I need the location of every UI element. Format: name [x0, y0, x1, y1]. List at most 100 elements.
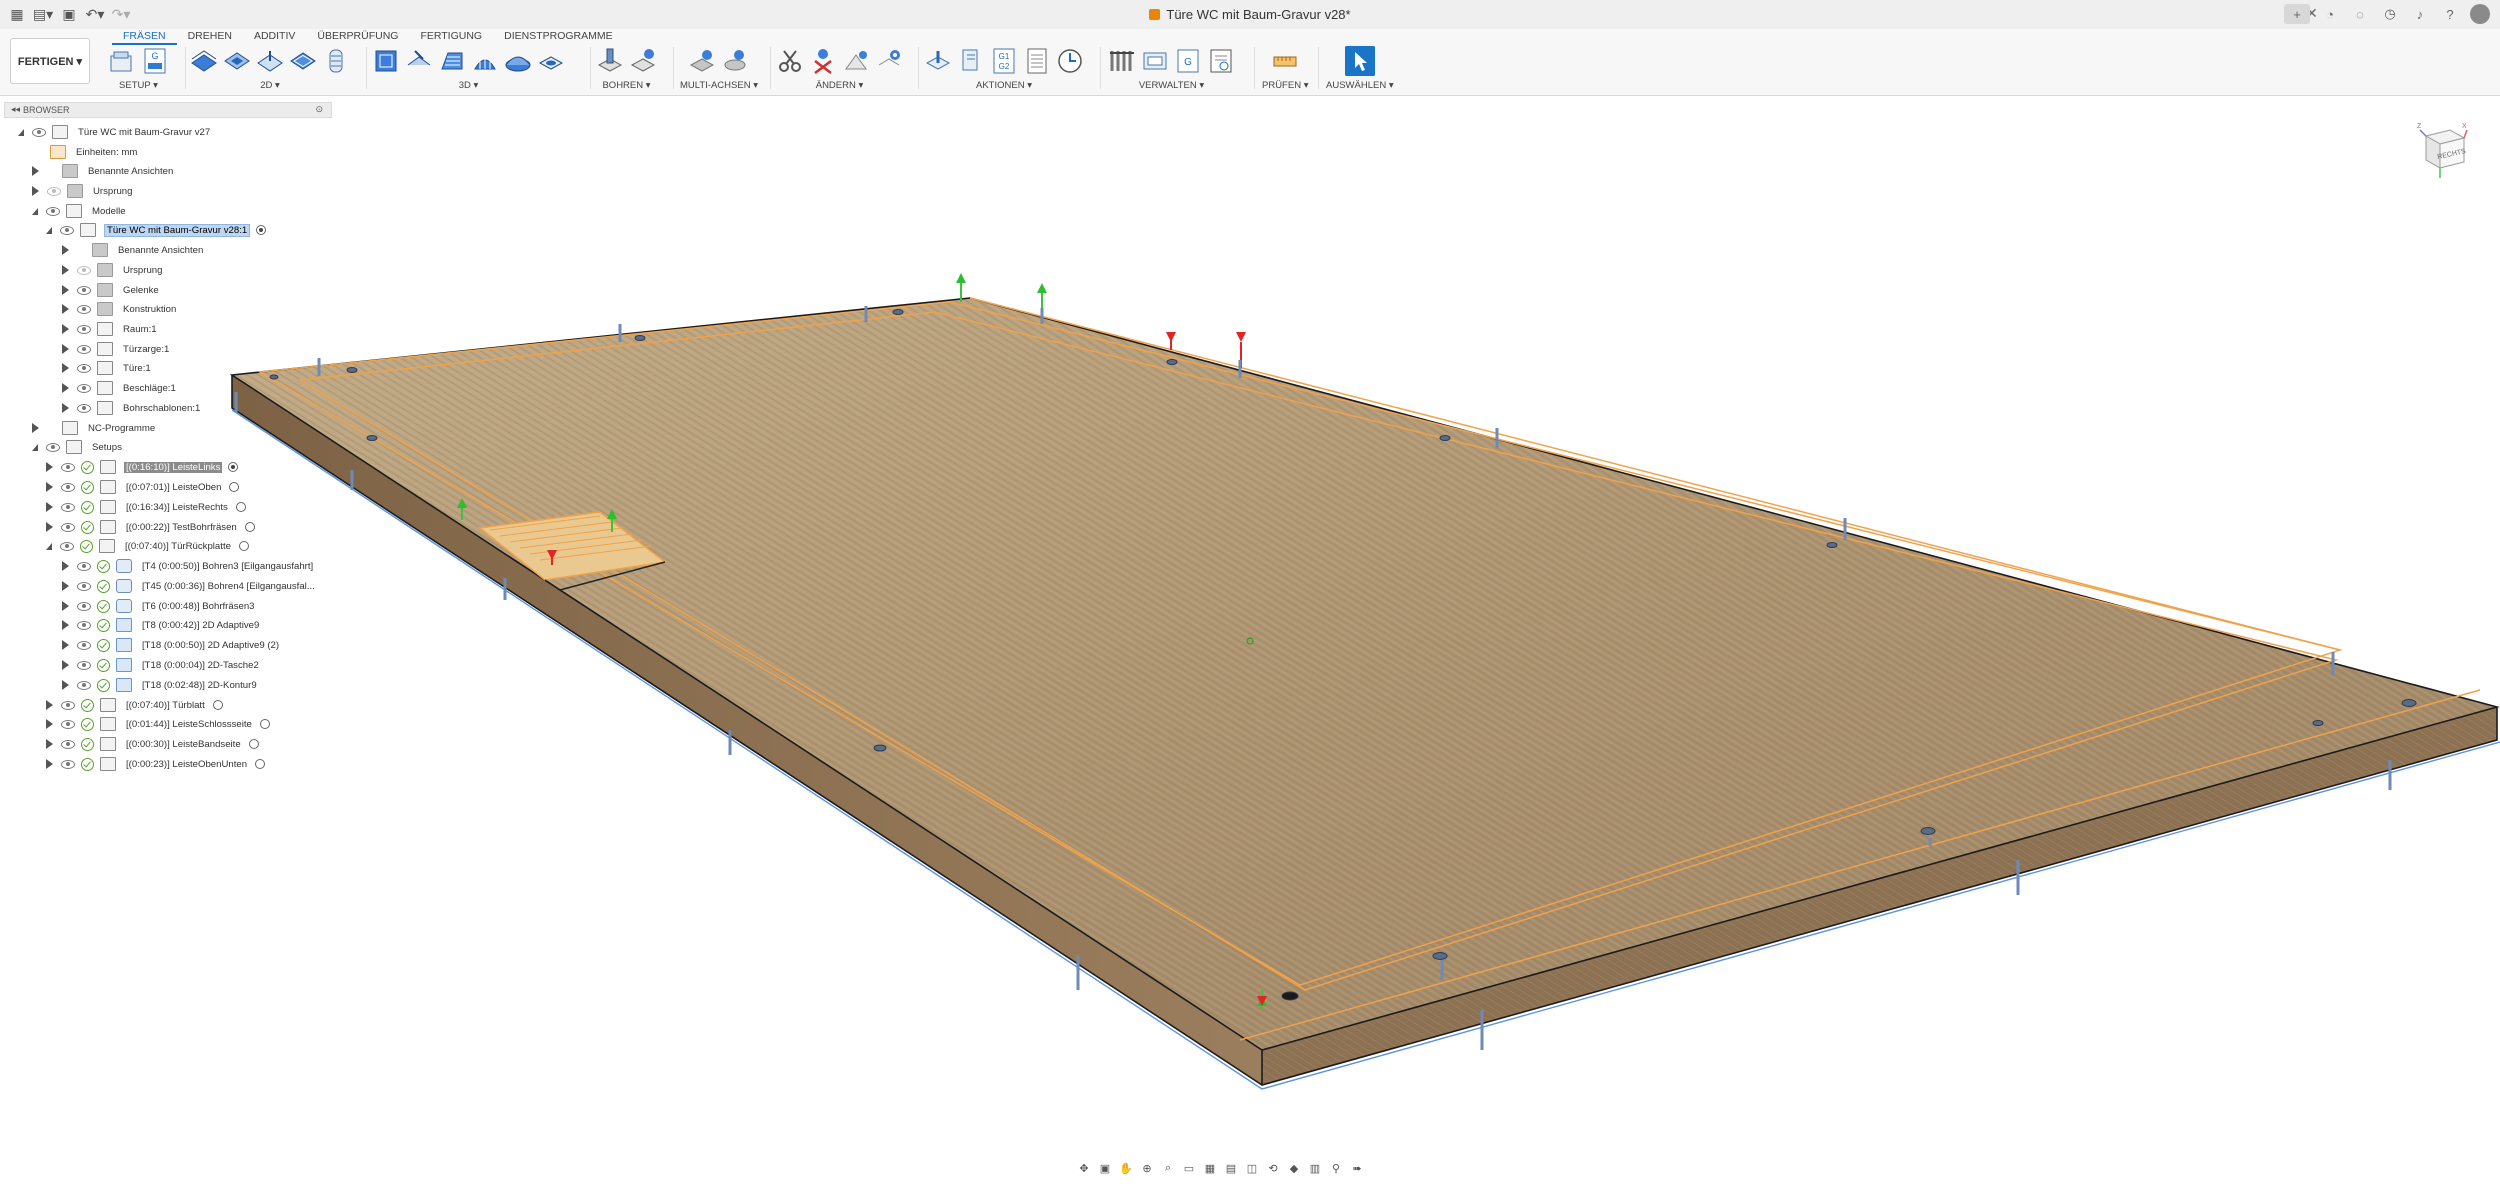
- avatar[interactable]: [2470, 4, 2490, 24]
- group-label-manage[interactable]: VERWALTEN ▾: [1139, 80, 1204, 91]
- expand-icon[interactable]: [46, 719, 53, 729]
- tree-item-operation[interactable]: [T18 (0:02:48)] 2D-Kontur9: [62, 677, 259, 693]
- group-label-modify[interactable]: ÄNDERN ▾: [816, 80, 864, 91]
- tree-item-nc-programs[interactable]: NC-Programme: [32, 420, 157, 436]
- scallop-icon[interactable]: [504, 47, 532, 75]
- expand-icon[interactable]: [46, 700, 53, 710]
- activate-radio[interactable]: [255, 759, 266, 769]
- 2d-pocket-icon[interactable]: [223, 47, 251, 75]
- expand-icon[interactable]: [32, 166, 39, 176]
- pocket-clearing-icon[interactable]: [405, 47, 433, 75]
- visibility-icon[interactable]: [32, 127, 46, 137]
- help-icon[interactable]: ?: [2440, 4, 2460, 24]
- grid-settings-icon[interactable]: ▦: [1202, 1160, 1218, 1176]
- steep-shallow-icon[interactable]: [438, 47, 466, 75]
- expand-icon[interactable]: [62, 344, 69, 354]
- group-label-3d[interactable]: 3D ▾: [459, 80, 479, 91]
- tab-drehen[interactable]: DREHEN: [177, 29, 243, 43]
- tree-item-setup[interactable]: [(0:16:34)] LeisteRechts: [46, 499, 246, 515]
- tree-item-named-views-2[interactable]: Benannte Ansichten: [62, 242, 205, 258]
- clock-icon[interactable]: ◷: [2380, 4, 2400, 24]
- group-label-inspect[interactable]: PRÜFEN ▾: [1262, 80, 1308, 91]
- visibility-icon[interactable]: [77, 620, 91, 630]
- visibility-icon[interactable]: [77, 581, 91, 591]
- activate-radio[interactable]: [238, 541, 249, 551]
- tab-dienstprogramme[interactable]: DIENSTPROGRAMME: [493, 29, 624, 43]
- expand-icon[interactable]: [46, 226, 52, 234]
- expand-icon[interactable]: [62, 620, 69, 630]
- expand-icon[interactable]: [46, 482, 53, 492]
- visibility-icon[interactable]: [77, 680, 91, 690]
- visibility-icon[interactable]: [61, 759, 75, 769]
- scissors-icon[interactable]: [776, 47, 804, 75]
- activate-radio[interactable]: [228, 462, 239, 472]
- visibility-icon[interactable]: [60, 225, 74, 235]
- visibility-icon[interactable]: [77, 561, 91, 571]
- expand-icon[interactable]: [18, 128, 24, 136]
- machine-library-icon[interactable]: [1141, 47, 1169, 75]
- visibility-icon[interactable]: [77, 601, 91, 611]
- expand-icon[interactable]: [62, 324, 69, 334]
- look-at-icon[interactable]: ▣: [1097, 1160, 1113, 1176]
- visibility-icon[interactable]: [61, 719, 75, 729]
- parallel-icon[interactable]: [471, 47, 499, 75]
- measure-icon[interactable]: [1271, 47, 1299, 75]
- visibility-icon[interactable]: [46, 442, 60, 452]
- expand-icon[interactable]: [62, 304, 69, 314]
- expand-icon[interactable]: [62, 245, 69, 255]
- expand-icon[interactable]: [62, 383, 69, 393]
- expand-icon[interactable]: [46, 739, 53, 749]
- tree-item-operation[interactable]: [T18 (0:00:04)] 2D-Tasche2: [62, 657, 261, 673]
- expand-icon[interactable]: [62, 640, 69, 650]
- expand-icon[interactable]: [62, 285, 69, 295]
- orbit-icon[interactable]: ✥: [1076, 1160, 1092, 1176]
- tree-item-operation[interactable]: [T4 (0:00:50)] Bohren3 [Eilgangausfahrt]: [62, 558, 315, 574]
- tree-item-root[interactable]: Türe WC mit Baum-Gravur v27: [18, 124, 212, 140]
- expand-icon[interactable]: [32, 207, 38, 215]
- drill-icon[interactable]: [596, 47, 624, 75]
- group-label-2d[interactable]: 2D ▾: [260, 80, 280, 91]
- time-icon[interactable]: [1056, 47, 1084, 75]
- tree-item-setup[interactable]: [(0:07:40)] Türblatt: [46, 697, 223, 713]
- expand-icon[interactable]: [62, 581, 69, 591]
- zoom-window-icon[interactable]: ⌕: [1160, 1160, 1176, 1176]
- expand-icon[interactable]: [62, 265, 69, 275]
- visibility-icon[interactable]: [61, 739, 75, 749]
- workspace-switcher[interactable]: FERTIGEN ▾: [10, 38, 90, 84]
- 3d-viewport[interactable]: [0, 95, 2500, 1184]
- tree-item-models[interactable]: Modelle: [32, 203, 128, 219]
- visibility-icon[interactable]: [61, 482, 75, 492]
- activate-radio[interactable]: [244, 522, 255, 532]
- expand-icon[interactable]: [46, 759, 53, 769]
- pattern-icon[interactable]: [875, 47, 903, 75]
- visibility-icon[interactable]: [77, 383, 91, 393]
- post-library-icon[interactable]: G: [1174, 47, 1202, 75]
- tree-item-operation[interactable]: [T6 (0:00:48)] Bohrfräsen3: [62, 598, 257, 614]
- tab-ueberpruefung[interactable]: ÜBERPRÜFUNG: [306, 29, 409, 43]
- tree-item-tuerzarge[interactable]: Türzarge:1: [62, 341, 171, 357]
- tree-item-setup[interactable]: [(0:07:40)] TürRückplatte: [46, 538, 249, 554]
- tree-item-model-component[interactable]: Türe WC mit Baum-Gravur v28:1: [46, 222, 267, 238]
- tree-item-operation[interactable]: [T45 (0:00:36)] Bohren4 [Eilgangausfal..…: [62, 578, 317, 594]
- expand-icon[interactable]: [62, 660, 69, 670]
- 3d-adaptive-icon[interactable]: [372, 47, 400, 75]
- tree-item-operation[interactable]: [T8 (0:00:42)] 2D Adaptive9: [62, 617, 261, 633]
- tree-item-setup[interactable]: [(0:16:10)] LeisteLinks: [46, 459, 239, 475]
- group-label-setup[interactable]: SETUP ▾: [119, 80, 158, 91]
- refresh-icon[interactable]: ⟲: [1265, 1160, 1281, 1176]
- new-setup-icon[interactable]: G: [141, 47, 169, 75]
- expand-icon[interactable]: [62, 561, 69, 571]
- camera-icon[interactable]: ◫: [1244, 1160, 1260, 1176]
- extensions-icon[interactable]: ◔: [2320, 4, 2340, 24]
- post-process-icon[interactable]: G1G2: [990, 47, 1018, 75]
- visibility-icon[interactable]: [61, 700, 75, 710]
- tab-additiv[interactable]: ADDITIV: [243, 29, 306, 43]
- collapse-browser-icon[interactable]: ◂◂: [11, 104, 20, 115]
- browser-pin-icon[interactable]: ⊙: [315, 104, 323, 115]
- zoom-icon[interactable]: ⊕: [1139, 1160, 1155, 1176]
- group-label-multi-axis[interactable]: MULTI-ACHSEN ▾: [680, 80, 758, 91]
- bell-icon[interactable]: ♪: [2410, 4, 2430, 24]
- activate-radio[interactable]: [259, 719, 270, 729]
- expand-icon[interactable]: [62, 403, 69, 413]
- visual-style-icon[interactable]: ◆: [1286, 1160, 1302, 1176]
